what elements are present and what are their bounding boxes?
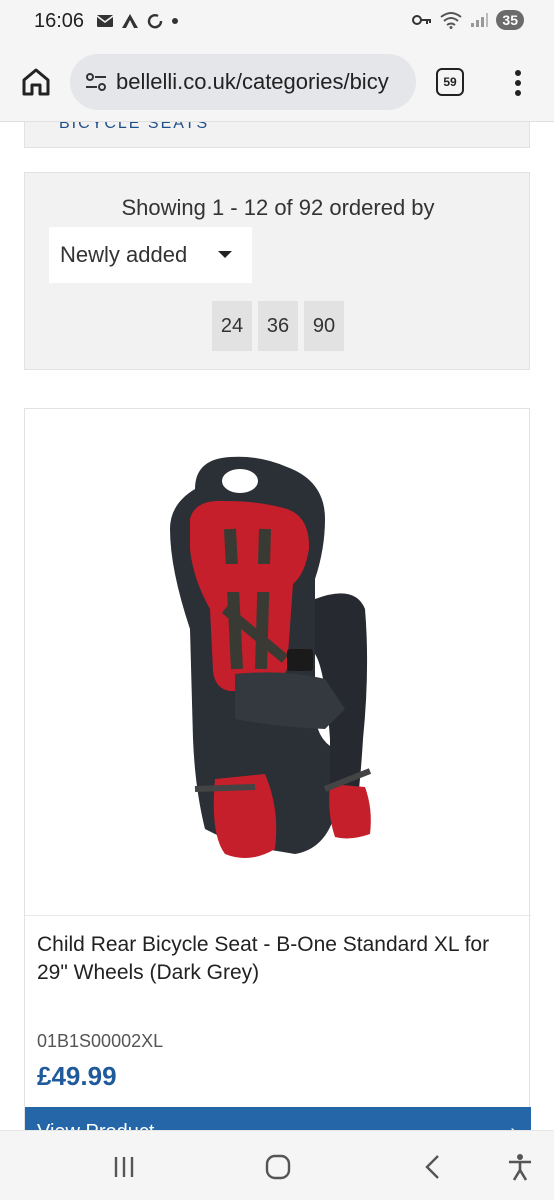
product-title[interactable]: Child Rear Bicycle Seat - B-One Standard… [37,931,517,987]
page-content: BICYCLE SEATS Showing 1 - 12 of 92 order… [0,122,554,1130]
order-by-value: Newly added [60,242,188,267]
per-page-option[interactable]: 24 [212,301,252,351]
per-page-option[interactable]: 36 [258,301,298,351]
view-product-button[interactable]: View Product › [25,1107,531,1130]
sorting-panel: Showing 1 - 12 of 92 ordered by Newly ad… [24,172,530,370]
tab-switcher-button[interactable]: 59 [436,68,464,96]
recent-apps-icon[interactable] [108,1151,140,1183]
per-page-option[interactable]: 90 [304,301,344,351]
dot-icon [172,18,178,24]
category-box: BICYCLE SEATS [24,122,530,148]
url-text: bellelli.co.uk/categories/bicy [116,69,389,94]
a-icon [122,14,138,28]
menu-dot-icon [515,70,521,76]
menu-dot-icon [515,90,521,96]
status-time: 16:06 [34,10,85,32]
notification-icons [96,12,180,30]
results-count: Showing 1 - 12 of 92 ordered by [121,195,435,220]
per-page-options: 24 36 90 [212,301,344,351]
wifi-icon [440,12,463,29]
order-by-select[interactable]: Newly added [49,227,252,283]
chevron-right-icon: › [510,1121,517,1130]
accessibility-icon[interactable] [504,1151,536,1183]
home-nav-icon[interactable] [262,1151,294,1183]
system-icons: 35 [412,10,524,30]
product-price: £49.99 [37,1061,117,1091]
key-icon [412,15,432,25]
battery-badge: 35 [496,10,524,30]
image-divider [25,915,531,916]
mail-icon [96,15,114,27]
sync-icon [147,14,163,29]
address-bar[interactable]: bellelli.co.uk/categories/bicy [70,54,416,110]
home-icon [22,68,50,96]
system-navigation-bar [0,1130,554,1200]
more-menu-button[interactable] [506,66,530,100]
view-product-label: View Product [37,1121,154,1130]
browser-toolbar: bellelli.co.uk/categories/bicy 59 [0,44,554,122]
category-label[interactable]: BICYCLE SEATS [59,122,209,133]
product-image[interactable] [25,409,531,915]
menu-dot-icon [515,80,521,86]
product-sku: 01B1S00002XL [37,1031,164,1051]
product-card[interactable]: Child Rear Bicycle Seat - B-One Standard… [24,408,531,1130]
back-icon[interactable] [418,1151,450,1183]
caret-down-icon [218,251,232,258]
home-button[interactable] [18,64,54,100]
signal-icon [471,13,489,27]
site-settings-icon[interactable] [82,68,110,96]
status-bar: 16:06 35 [0,0,554,44]
